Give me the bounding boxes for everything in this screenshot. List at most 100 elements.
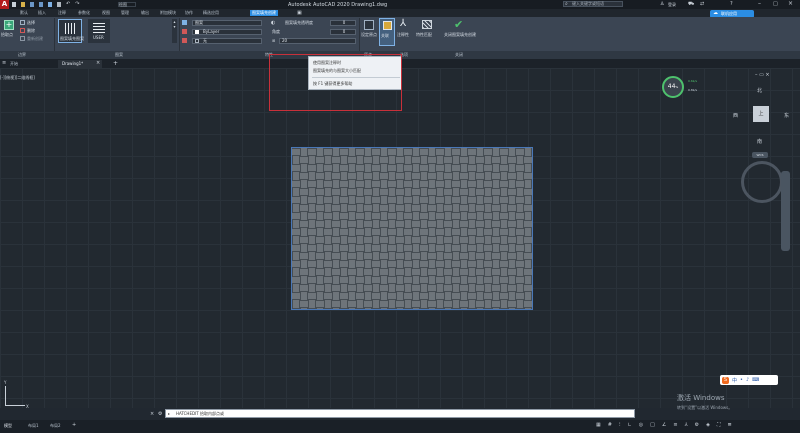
ribbon-toggle-icon[interactable]: ▣ xyxy=(297,10,302,16)
ortho-icon[interactable]: ∟ xyxy=(628,422,632,428)
viewport-controls[interactable]: [-][俯视][二维线框] xyxy=(0,75,35,81)
viewport-close-icon[interactable]: × xyxy=(765,72,769,78)
print-icon[interactable] xyxy=(57,2,61,7)
select-button[interactable]: 选择 xyxy=(20,20,50,26)
menu-icon[interactable]: ≡ xyxy=(2,60,6,66)
ucs-x-label: X xyxy=(26,404,29,409)
ime-keyboard-icon[interactable]: ⌨ xyxy=(752,377,759,383)
annotation-scale-icon[interactable]: ⅄ xyxy=(685,422,688,428)
open-icon[interactable] xyxy=(21,2,25,7)
tab-home[interactable]: 默认 xyxy=(20,10,28,16)
compass-south[interactable]: 南 xyxy=(757,138,762,145)
user-pattern-thumbnail xyxy=(93,22,105,33)
tab-hatch-creation[interactable]: 图案填充创建 xyxy=(250,10,278,16)
pick-point-button[interactable]: + 拾取点 xyxy=(1,19,17,43)
layout-tab-layout2[interactable]: 布局2 xyxy=(50,423,61,429)
command-wrench-icon[interactable]: ⚙ xyxy=(158,411,162,417)
view-cube-face-top[interactable]: 上 xyxy=(753,106,769,122)
exchange-icon[interactable]: ⇄ xyxy=(700,1,704,7)
undo-icon[interactable]: ↶ xyxy=(66,2,70,7)
autocad-logo[interactable]: A xyxy=(0,0,9,9)
tab-annotate[interactable]: 注释 xyxy=(58,10,66,16)
tab-collaborate[interactable]: 协作 xyxy=(185,10,193,16)
match-properties-button[interactable]: 特性匹配 xyxy=(416,19,440,45)
bg-swatch-icon xyxy=(195,39,199,43)
doc-tab-close-icon[interactable]: × xyxy=(96,60,100,66)
recreate-button[interactable]: 重新创建 xyxy=(20,36,54,42)
command-close-icon[interactable]: × xyxy=(150,411,154,417)
osnap-icon[interactable]: □ xyxy=(650,422,655,428)
web-icon[interactable] xyxy=(48,2,52,7)
angle-field[interactable]: 0 xyxy=(330,29,356,35)
compass-west[interactable]: 西 xyxy=(733,112,738,119)
doc-tab-start[interactable]: 开始 xyxy=(10,61,18,67)
remove-button[interactable]: 删除 xyxy=(20,28,50,34)
scale-field[interactable]: 20 xyxy=(279,38,356,44)
user-icon[interactable]: ♙ xyxy=(660,1,664,7)
layout-tab-layout1[interactable]: 布局1 xyxy=(28,423,39,429)
associative-button[interactable]: 关联 xyxy=(379,18,395,46)
pattern-gallery-scroll[interactable]: ▴ ▾ xyxy=(172,19,177,43)
ime-toolbar[interactable]: S 中 • ♪ ⌨ xyxy=(720,375,778,385)
polar-icon[interactable]: ◎ xyxy=(639,422,643,428)
snap-icon[interactable]: ⁝ xyxy=(619,422,621,428)
isolate-icon[interactable]: ◈ xyxy=(706,422,710,428)
tab-insert[interactable]: 插入 xyxy=(38,10,46,16)
panel-title-boundary[interactable]: 边界 xyxy=(18,52,26,58)
ime-punct-icon[interactable]: • xyxy=(740,377,743,383)
new-icon[interactable] xyxy=(12,2,16,7)
otrack-icon[interactable]: ∠ xyxy=(662,422,666,428)
customize-icon[interactable]: ≣ xyxy=(727,422,731,428)
close-icon[interactable]: × xyxy=(788,0,793,7)
search-input[interactable]: 键入关键字或短语 xyxy=(563,1,623,7)
windows-activation-watermark: 激活 Windows 转到“设置”以激活 Windows。 xyxy=(677,393,732,411)
search-icon[interactable]: ⌕ xyxy=(565,1,568,7)
close-hatch-button[interactable]: ✔ 关闭图案填充创建 xyxy=(443,19,477,49)
wcs-menu[interactable]: WCS xyxy=(752,152,768,158)
tab-manage[interactable]: 管理 xyxy=(121,10,129,16)
close-hatch-label: 关闭图案填充创建 xyxy=(444,32,476,37)
background-color-dropdown[interactable]: 无 xyxy=(192,38,262,44)
compass-north[interactable]: 北 xyxy=(757,87,762,94)
hatch-region[interactable] xyxy=(291,147,533,310)
model-space-icon[interactable]: ▦ xyxy=(596,422,601,428)
pattern-thumbnail xyxy=(65,23,76,34)
save-icon[interactable] xyxy=(30,2,34,7)
save-as-icon[interactable] xyxy=(39,2,43,7)
transparency-label: 图案填充透明度 xyxy=(285,20,313,25)
command-line[interactable]: × ⚙ ▸ HATCHEDIT 拾取内部点或 xyxy=(150,409,635,418)
redo-icon[interactable]: ↷ xyxy=(75,2,79,7)
hatch-color-dropdown[interactable]: ByLayer xyxy=(192,29,262,35)
tab-view[interactable]: 视图 xyxy=(102,10,110,16)
fullscreen-icon[interactable]: ⛶ xyxy=(717,422,721,428)
new-tab-icon[interactable]: + xyxy=(113,60,118,67)
pattern-swatch-user[interactable]: USER xyxy=(88,19,110,43)
help-icon[interactable]: ? xyxy=(730,1,733,7)
tab-parametric[interactable]: 参数化 xyxy=(78,10,90,16)
navigation-bar[interactable] xyxy=(781,171,790,251)
drawing-canvas[interactable]: [-][俯视][二维线框] – ▭ × 44% 0.6k/s 0.8k/s 北 … xyxy=(0,68,800,409)
annotative-button[interactable]: ⅄ 注释性 xyxy=(397,19,414,45)
tab-output[interactable]: 输出 xyxy=(141,10,149,16)
maximize-icon[interactable]: □ xyxy=(773,1,778,7)
layout-tab-model[interactable]: 模型 xyxy=(4,423,12,429)
hatch-type-dropdown[interactable]: 图案 xyxy=(192,20,262,26)
grid-icon[interactable]: # xyxy=(608,422,612,428)
workspace-gear-icon[interactable]: ⚙ xyxy=(695,422,699,428)
workspace-dropdown[interactable]: 绘图 xyxy=(118,2,136,7)
transparency-field[interactable]: 0 xyxy=(330,20,356,26)
new-layout-icon[interactable]: + xyxy=(72,422,76,428)
sign-in-link[interactable]: 登录 xyxy=(668,2,676,8)
tab-featured-apps[interactable]: 精选应用 xyxy=(203,10,219,16)
pick-point-icon: + xyxy=(4,20,14,30)
lineweight-icon[interactable]: ≡ xyxy=(673,422,677,428)
compass-east[interactable]: 东 xyxy=(784,112,789,119)
tab-addins[interactable]: 附加模块 xyxy=(160,10,176,16)
cart-icon[interactable]: ⛟ xyxy=(688,1,694,8)
minimize-icon[interactable]: – xyxy=(758,0,761,7)
ime-mode[interactable]: 中 xyxy=(732,377,737,384)
ime-mic-icon[interactable]: ♪ xyxy=(746,377,749,383)
set-origin-button[interactable]: 设定原点 xyxy=(361,19,377,45)
pattern-swatch-selected[interactable]: 图案填充图案 xyxy=(58,19,84,43)
view-cube[interactable] xyxy=(741,161,783,203)
